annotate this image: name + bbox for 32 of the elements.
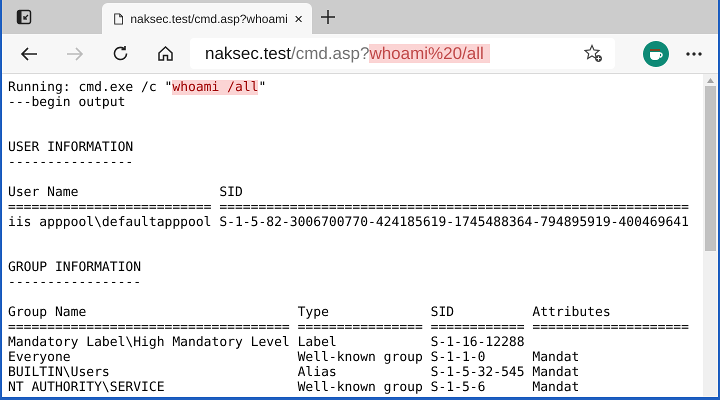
url-path: /cmd.asp? (291, 44, 370, 63)
scrollbar[interactable] (703, 74, 718, 397)
section-heading: GROUP INFORMATION (8, 260, 142, 275)
url-host: naksec.test (205, 44, 291, 63)
new-tab-icon[interactable] (320, 9, 336, 25)
tab-actions-icon[interactable] (16, 9, 32, 25)
tab-title: naksec.test/cmd.asp?whoami (130, 10, 288, 26)
browser-tab[interactable]: naksec.test/cmd.asp?whoami (102, 3, 312, 34)
close-icon[interactable] (294, 14, 302, 24)
refresh-icon[interactable] (112, 45, 129, 62)
column-headers: User Name SID (8, 185, 243, 200)
header-rule: ==================================== ================ ============ ==================== (8, 320, 689, 335)
output-row: BUILTIN\Users Alias S-1-5-32-545 Mandat (8, 365, 580, 380)
section-heading: USER INFORMATION (8, 140, 134, 155)
header-rule: ========================== ============================================================ (8, 200, 689, 215)
column-headers: Group Name Type SID Attributes (8, 305, 611, 320)
profile-avatar-icon[interactable] (643, 40, 670, 66)
heading-underline: ---------------- (8, 155, 134, 170)
heading-underline: ----------------- (8, 275, 142, 290)
back-icon[interactable] (20, 46, 38, 62)
favorite-star-icon[interactable] (584, 44, 603, 63)
output-row: Everyone Well-known group S-1-1-0 Mandat (8, 350, 580, 365)
output-line: ---begin output (8, 95, 126, 110)
output-row: iis apppool\defaultapppool S-1-5-82-3006700770-424185619-1745488364-794895919-400469641 (8, 215, 689, 230)
output-row: Mandatory Label\High Mandatory Level Label S-1-16-12288 (8, 335, 525, 350)
command-line: Running: cmd.exe /c "whoami /all" (8, 80, 266, 95)
url-highlighted-query: whoami%20/all (369, 44, 490, 63)
address-bar[interactable]: naksec.test/cmd.asp?whoami%20/all (190, 38, 615, 69)
more-menu-icon[interactable] (686, 52, 702, 56)
output-row: NT AUTHORITY\SERVICE Well-known group S-1-5-6 Mandat (8, 380, 580, 395)
page-icon (114, 10, 124, 26)
home-icon[interactable] (157, 45, 174, 62)
